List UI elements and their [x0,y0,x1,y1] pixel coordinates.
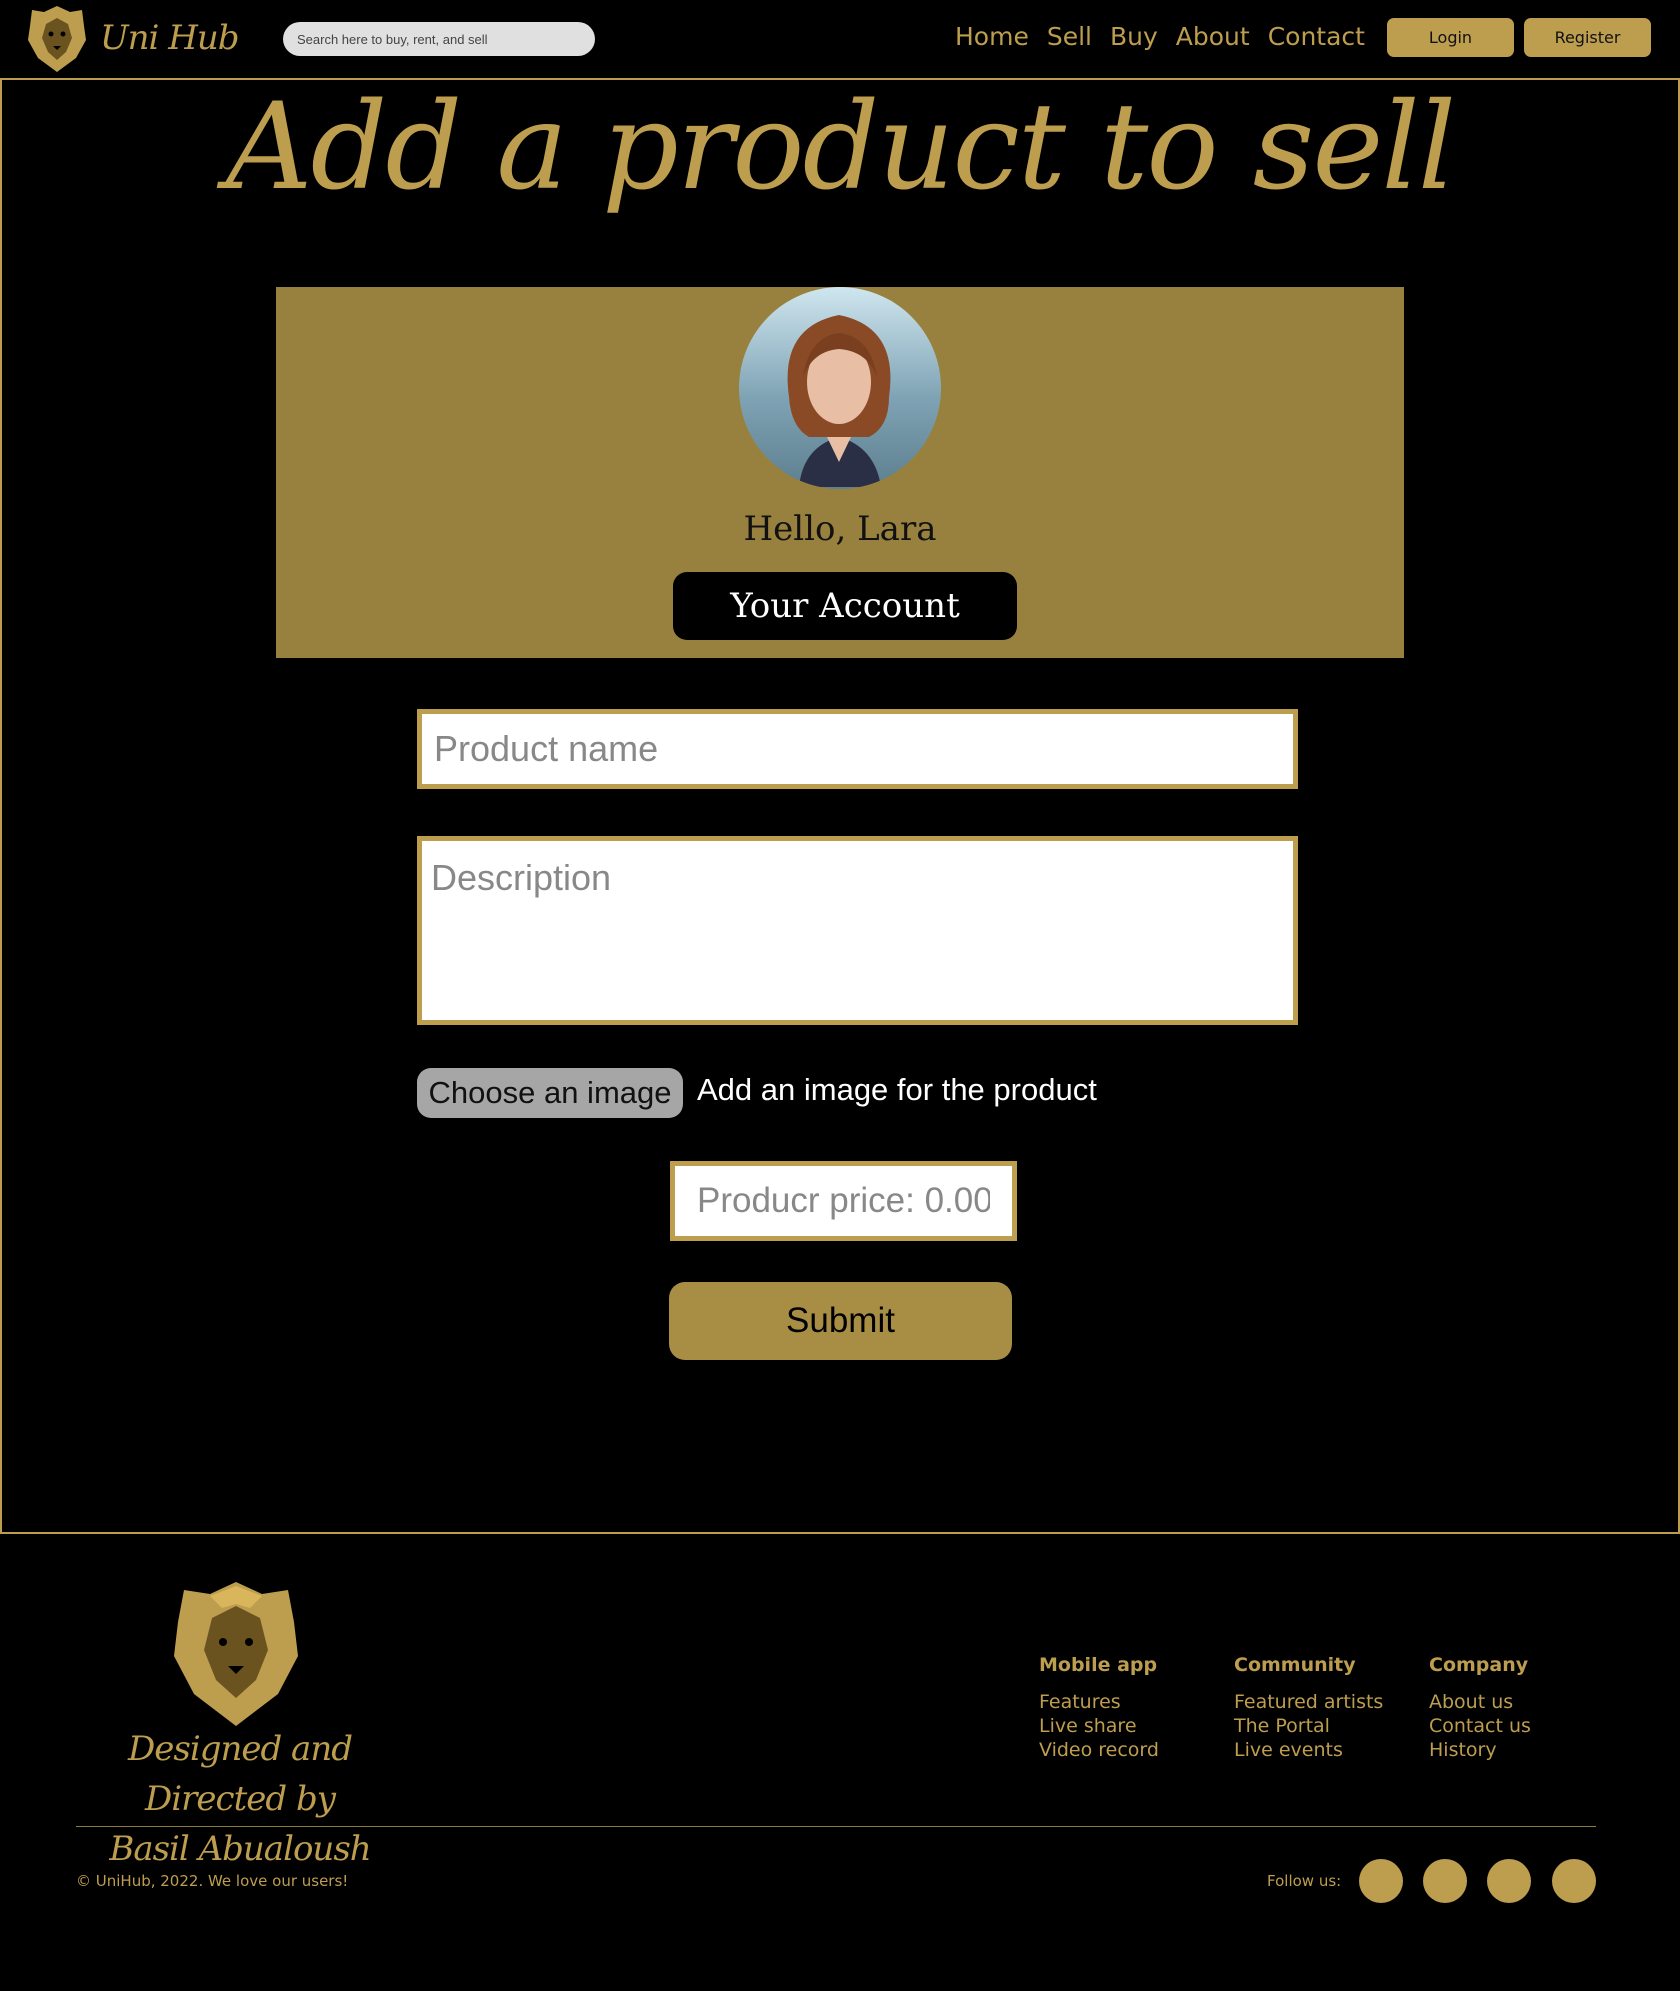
description-input[interactable] [417,836,1298,1025]
choose-image-button[interactable]: Choose an image [417,1068,683,1118]
avatar-photo [739,287,941,489]
image-hint-text: Add an image for the product [697,1072,1097,1107]
footer-link[interactable]: Live events [1234,1738,1383,1762]
footer-heading: Mobile app [1039,1654,1158,1676]
footer-link[interactable]: History [1429,1738,1531,1762]
greeting-text: Hello, Lara [743,509,937,549]
credit-line-1: Designed and Directed by [128,1729,353,1819]
main-nav: Home Sell Buy About Contact [955,22,1383,51]
designer-credit: Designed and Directed by Basil Abualoush [60,1724,420,1874]
copyright-text: © UniHub, 2022. We love our users! [76,1872,349,1890]
footer-link[interactable]: Contact us [1429,1714,1531,1738]
your-account-button[interactable]: Your Account [673,572,1017,640]
top-navbar: Uni Hub Home Sell Buy About Contact Logi… [0,0,1680,78]
brand-name[interactable]: Uni Hub [100,18,240,58]
footer-link[interactable]: Features [1039,1690,1159,1714]
footer-link[interactable]: Live share [1039,1714,1159,1738]
submit-button[interactable]: Submit [669,1282,1012,1360]
user-avatar[interactable] [739,287,941,489]
footer-heading: Community [1234,1654,1356,1676]
lion-head-icon [174,1582,298,1726]
nav-sell[interactable]: Sell [1047,22,1092,51]
lion-head-icon[interactable] [26,4,88,74]
footer-link[interactable]: The Portal [1234,1714,1383,1738]
follow-us-label: Follow us: [1267,1872,1342,1890]
page-title: Add a product to sell [225,78,1456,217]
footer-column-mobile-app: Mobile app Features Live share Video rec… [1039,1654,1159,1762]
credit-line-2: Basil Abualoush [109,1829,371,1869]
login-button[interactable]: Login [1387,18,1514,57]
product-name-input[interactable] [417,709,1298,789]
search-input[interactable] [283,22,595,56]
social-icon-4[interactable] [1552,1859,1596,1903]
nav-buy[interactable]: Buy [1110,22,1158,51]
social-icon-1[interactable] [1359,1859,1403,1903]
nav-home[interactable]: Home [955,22,1029,51]
social-icon-2[interactable] [1423,1859,1467,1903]
footer-divider [76,1826,1596,1827]
footer-link[interactable]: Featured artists [1234,1690,1383,1714]
footer-column-company: Company About us Contact us History [1429,1654,1531,1762]
social-icon-3[interactable] [1487,1859,1531,1903]
register-button[interactable]: Register [1524,18,1651,57]
footer-column-community: Community Featured artists The Portal Li… [1234,1654,1383,1762]
nav-about[interactable]: About [1176,22,1250,51]
footer-heading: Company [1429,1654,1529,1676]
product-price-input[interactable] [670,1161,1017,1241]
profile-card: Hello, Lara Your Account [276,287,1404,658]
nav-contact[interactable]: Contact [1268,22,1365,51]
footer-link[interactable]: Video record [1039,1738,1159,1762]
footer-link[interactable]: About us [1429,1690,1531,1714]
